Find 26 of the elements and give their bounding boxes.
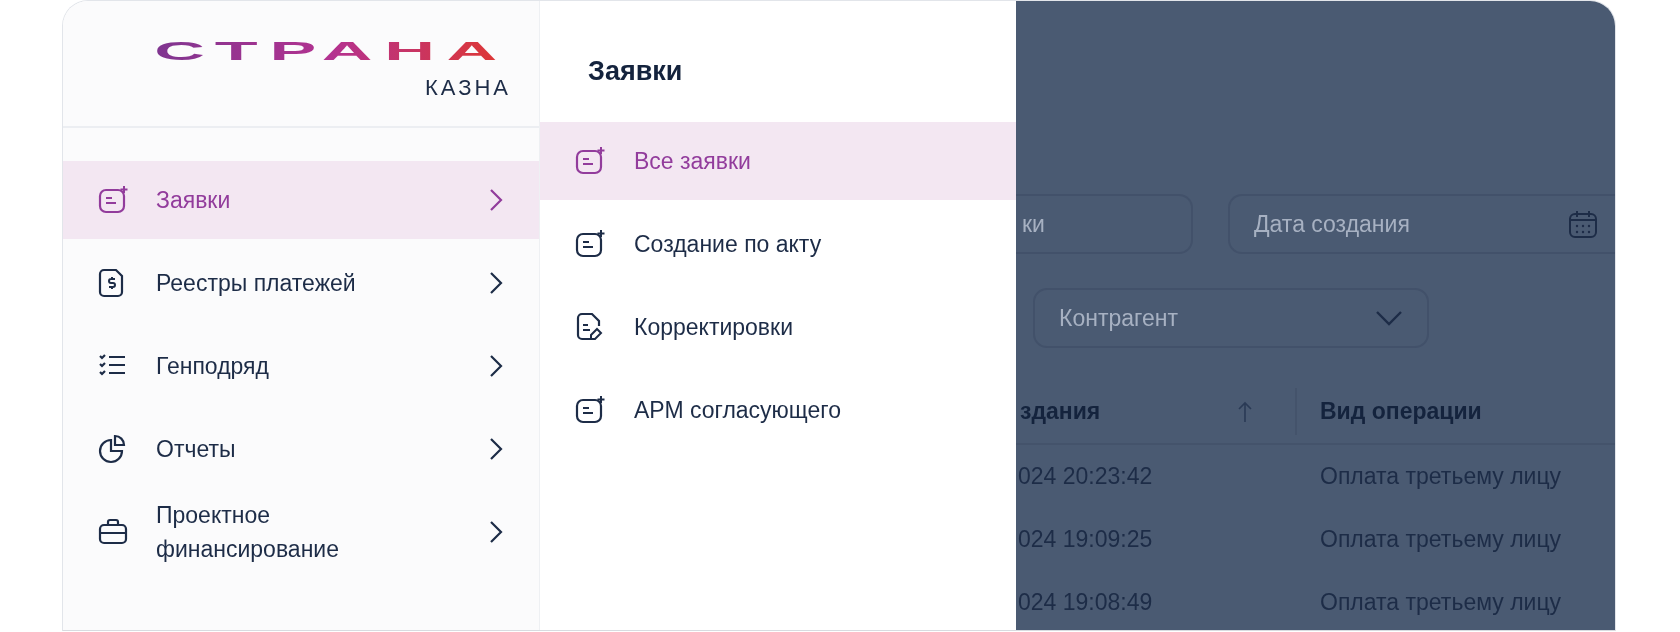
- logo-subtitle: КАЗНА: [424, 75, 511, 101]
- doc-plus-icon: [97, 184, 129, 216]
- chevron-right-icon: [489, 354, 503, 378]
- submenu-title: Заявки: [587, 55, 684, 88]
- submenu-item[interactable]: АРМ согласующего: [540, 371, 1016, 449]
- chevron-right-icon: [489, 271, 503, 295]
- counterparty-select[interactable]: Контрагент: [1033, 288, 1429, 348]
- sidebar-item[interactable]: Проектное финансирование: [63, 493, 539, 571]
- chevron-right-icon: [489, 188, 503, 212]
- sidebar-item[interactable]: Реестры платежей: [63, 244, 539, 322]
- doc-plus-icon: [574, 145, 606, 177]
- chevron-right-icon: [489, 520, 503, 544]
- sidebar-item[interactable]: Заявки: [63, 161, 539, 239]
- submenu-item[interactable]: Корректировки: [540, 288, 1016, 366]
- chevron-right-icon: [489, 437, 503, 461]
- sidebar-item[interactable]: Отчеты: [63, 410, 539, 488]
- chevron-down-icon: [1375, 310, 1403, 326]
- date-field[interactable]: Дата создания: [1228, 194, 1615, 254]
- doc-plus-icon: [574, 228, 606, 260]
- search-field[interactable]: ки: [1016, 194, 1193, 254]
- sort-up-icon[interactable]: [1237, 399, 1253, 424]
- submenu-item[interactable]: Все заявки: [540, 122, 1016, 200]
- calendar-icon: [1567, 208, 1599, 240]
- submenu-item[interactable]: Создание по акту: [540, 205, 1016, 283]
- sidebar-item[interactable]: Генподряд: [63, 327, 539, 405]
- doc-plus-icon: [574, 394, 606, 426]
